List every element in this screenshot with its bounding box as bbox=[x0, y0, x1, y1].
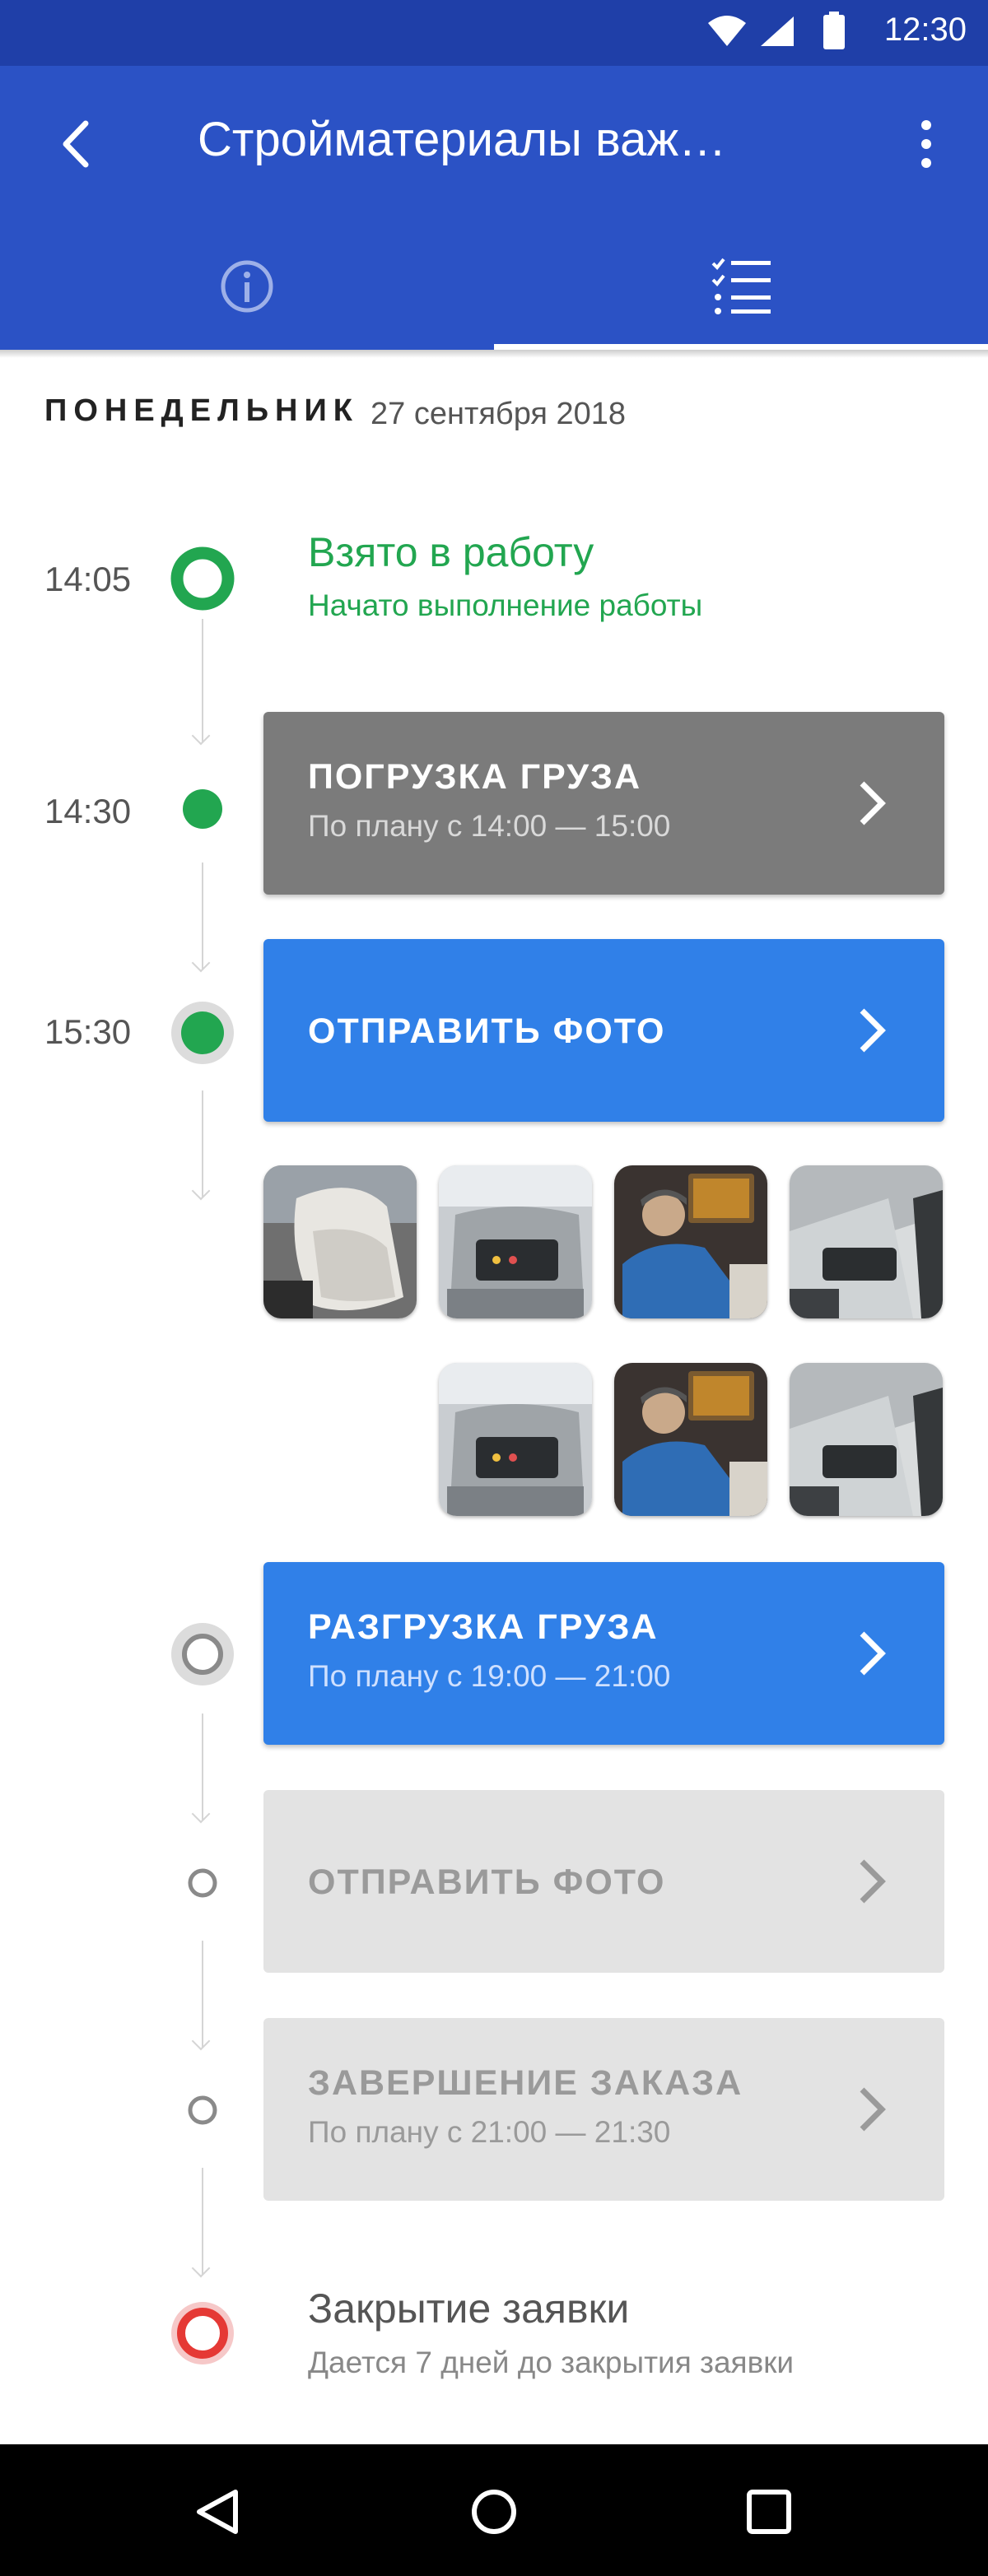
photo-thumbnail[interactable] bbox=[439, 1165, 592, 1318]
checklist-icon bbox=[711, 258, 771, 314]
task-title: ОТПРАВИТЬ ФОТО bbox=[308, 1011, 666, 1051]
more-options-button[interactable] bbox=[906, 115, 947, 173]
date-label: 27 сентября 2018 bbox=[370, 397, 627, 431]
photo-thumbnail[interactable] bbox=[439, 1363, 592, 1516]
timeline-connector bbox=[202, 2168, 203, 2275]
nav-home-icon[interactable] bbox=[468, 2485, 520, 2538]
photo-driver-image bbox=[614, 1363, 767, 1516]
event-time: 14:30 bbox=[44, 792, 132, 830]
event-title: Закрытие заявки bbox=[308, 2285, 630, 2332]
nav-back-icon[interactable] bbox=[193, 2485, 245, 2538]
photo-thumbnail[interactable] bbox=[790, 1363, 943, 1516]
status-dot-done bbox=[170, 546, 235, 611]
task-card-send-photo-2[interactable]: ОТПРАВИТЬ ФОТО bbox=[263, 1790, 944, 1973]
timeline-connector bbox=[202, 1713, 203, 1820]
battery-icon bbox=[823, 12, 845, 49]
event-time: 14:05 bbox=[44, 560, 132, 598]
navigation-bar bbox=[0, 2444, 988, 2576]
event-subtitle: Дается 7 дней до закрытия заявки bbox=[308, 2346, 795, 2379]
task-card-send-photo[interactable]: ОТПРАВИТЬ ФОТО bbox=[263, 939, 944, 1122]
day-label: ПОНЕДЕЛЬНИК bbox=[44, 393, 359, 428]
task-title: ПОГРУЗКА ГРУЗА bbox=[308, 757, 642, 797]
tab-checklist[interactable] bbox=[494, 247, 988, 350]
chevron-right-icon bbox=[860, 2087, 886, 2132]
app-bar-shadow bbox=[0, 350, 988, 358]
status-dot-active bbox=[171, 1002, 234, 1064]
task-schedule: По плану с 14:00 — 15:00 bbox=[308, 809, 671, 843]
event-time: 15:30 bbox=[44, 1012, 132, 1051]
timeline-connector bbox=[202, 863, 203, 969]
status-bar: 12:30 bbox=[0, 0, 988, 66]
timeline-connector bbox=[202, 1090, 203, 1197]
back-button[interactable] bbox=[49, 115, 107, 173]
photo-thumbnail[interactable] bbox=[263, 1165, 417, 1318]
wifi-icon bbox=[708, 16, 746, 46]
task-title: РАЗГРУЗКА ГРУЗА bbox=[308, 1607, 659, 1647]
photo-cabin-image bbox=[790, 1363, 943, 1516]
timeline-connector bbox=[202, 1941, 203, 2048]
status-dot-done bbox=[183, 789, 222, 829]
status-time: 12:30 bbox=[883, 12, 967, 48]
task-schedule: По плану с 19:00 — 21:00 bbox=[308, 1659, 671, 1693]
arrow-back-icon bbox=[63, 120, 89, 168]
task-title: ОТПРАВИТЬ ФОТО bbox=[308, 1862, 666, 1902]
task-title: ЗАВЕРШЕНИЕ ЗАКАЗА bbox=[308, 2063, 743, 2103]
nav-recents-icon[interactable] bbox=[744, 2487, 794, 2536]
status-dot-pending bbox=[188, 1868, 217, 1898]
photo-thumbnail[interactable] bbox=[790, 1165, 943, 1318]
timeline-connector bbox=[202, 619, 203, 742]
task-card-unloading[interactable]: РАЗГРУЗКА ГРУЗА По плану с 19:00 — 21:00 bbox=[263, 1562, 944, 1745]
chevron-right-icon bbox=[860, 1008, 886, 1053]
event-subtitle: Начато выполнение работы bbox=[308, 588, 703, 622]
photo-thumbnail[interactable] bbox=[614, 1165, 767, 1318]
signal-icon bbox=[761, 16, 794, 46]
status-dot-pending bbox=[188, 2095, 217, 2125]
task-schedule: По плану с 21:00 — 21:30 bbox=[308, 2115, 671, 2149]
photo-cabin-image bbox=[790, 1165, 943, 1318]
task-card-order-completion[interactable]: ЗАВЕРШЕНИЕ ЗАКАЗА По плану с 21:00 — 21:… bbox=[263, 2018, 944, 2201]
info-icon bbox=[221, 260, 273, 313]
status-dot-current bbox=[171, 1623, 234, 1686]
tab-indicator bbox=[494, 344, 988, 350]
task-card-loading[interactable]: ПОГРУЗКА ГРУЗА По плану с 14:00 — 15:00 bbox=[263, 712, 944, 895]
tab-info[interactable] bbox=[0, 247, 494, 350]
photo-seat-image bbox=[263, 1165, 417, 1318]
status-dot-close bbox=[171, 2302, 234, 2364]
chevron-right-icon bbox=[860, 781, 886, 825]
photo-driver-image bbox=[614, 1165, 767, 1318]
photo-dashboard-image bbox=[439, 1363, 592, 1516]
chevron-right-icon bbox=[860, 1859, 886, 1904]
photo-dashboard-image bbox=[439, 1165, 592, 1318]
chevron-right-icon bbox=[860, 1631, 886, 1676]
event-title: Взято в работу bbox=[308, 529, 594, 575]
photo-thumbnail[interactable] bbox=[614, 1363, 767, 1516]
more-vertical-icon bbox=[921, 120, 931, 168]
page-title: Стройматериалы важ… bbox=[198, 113, 727, 166]
